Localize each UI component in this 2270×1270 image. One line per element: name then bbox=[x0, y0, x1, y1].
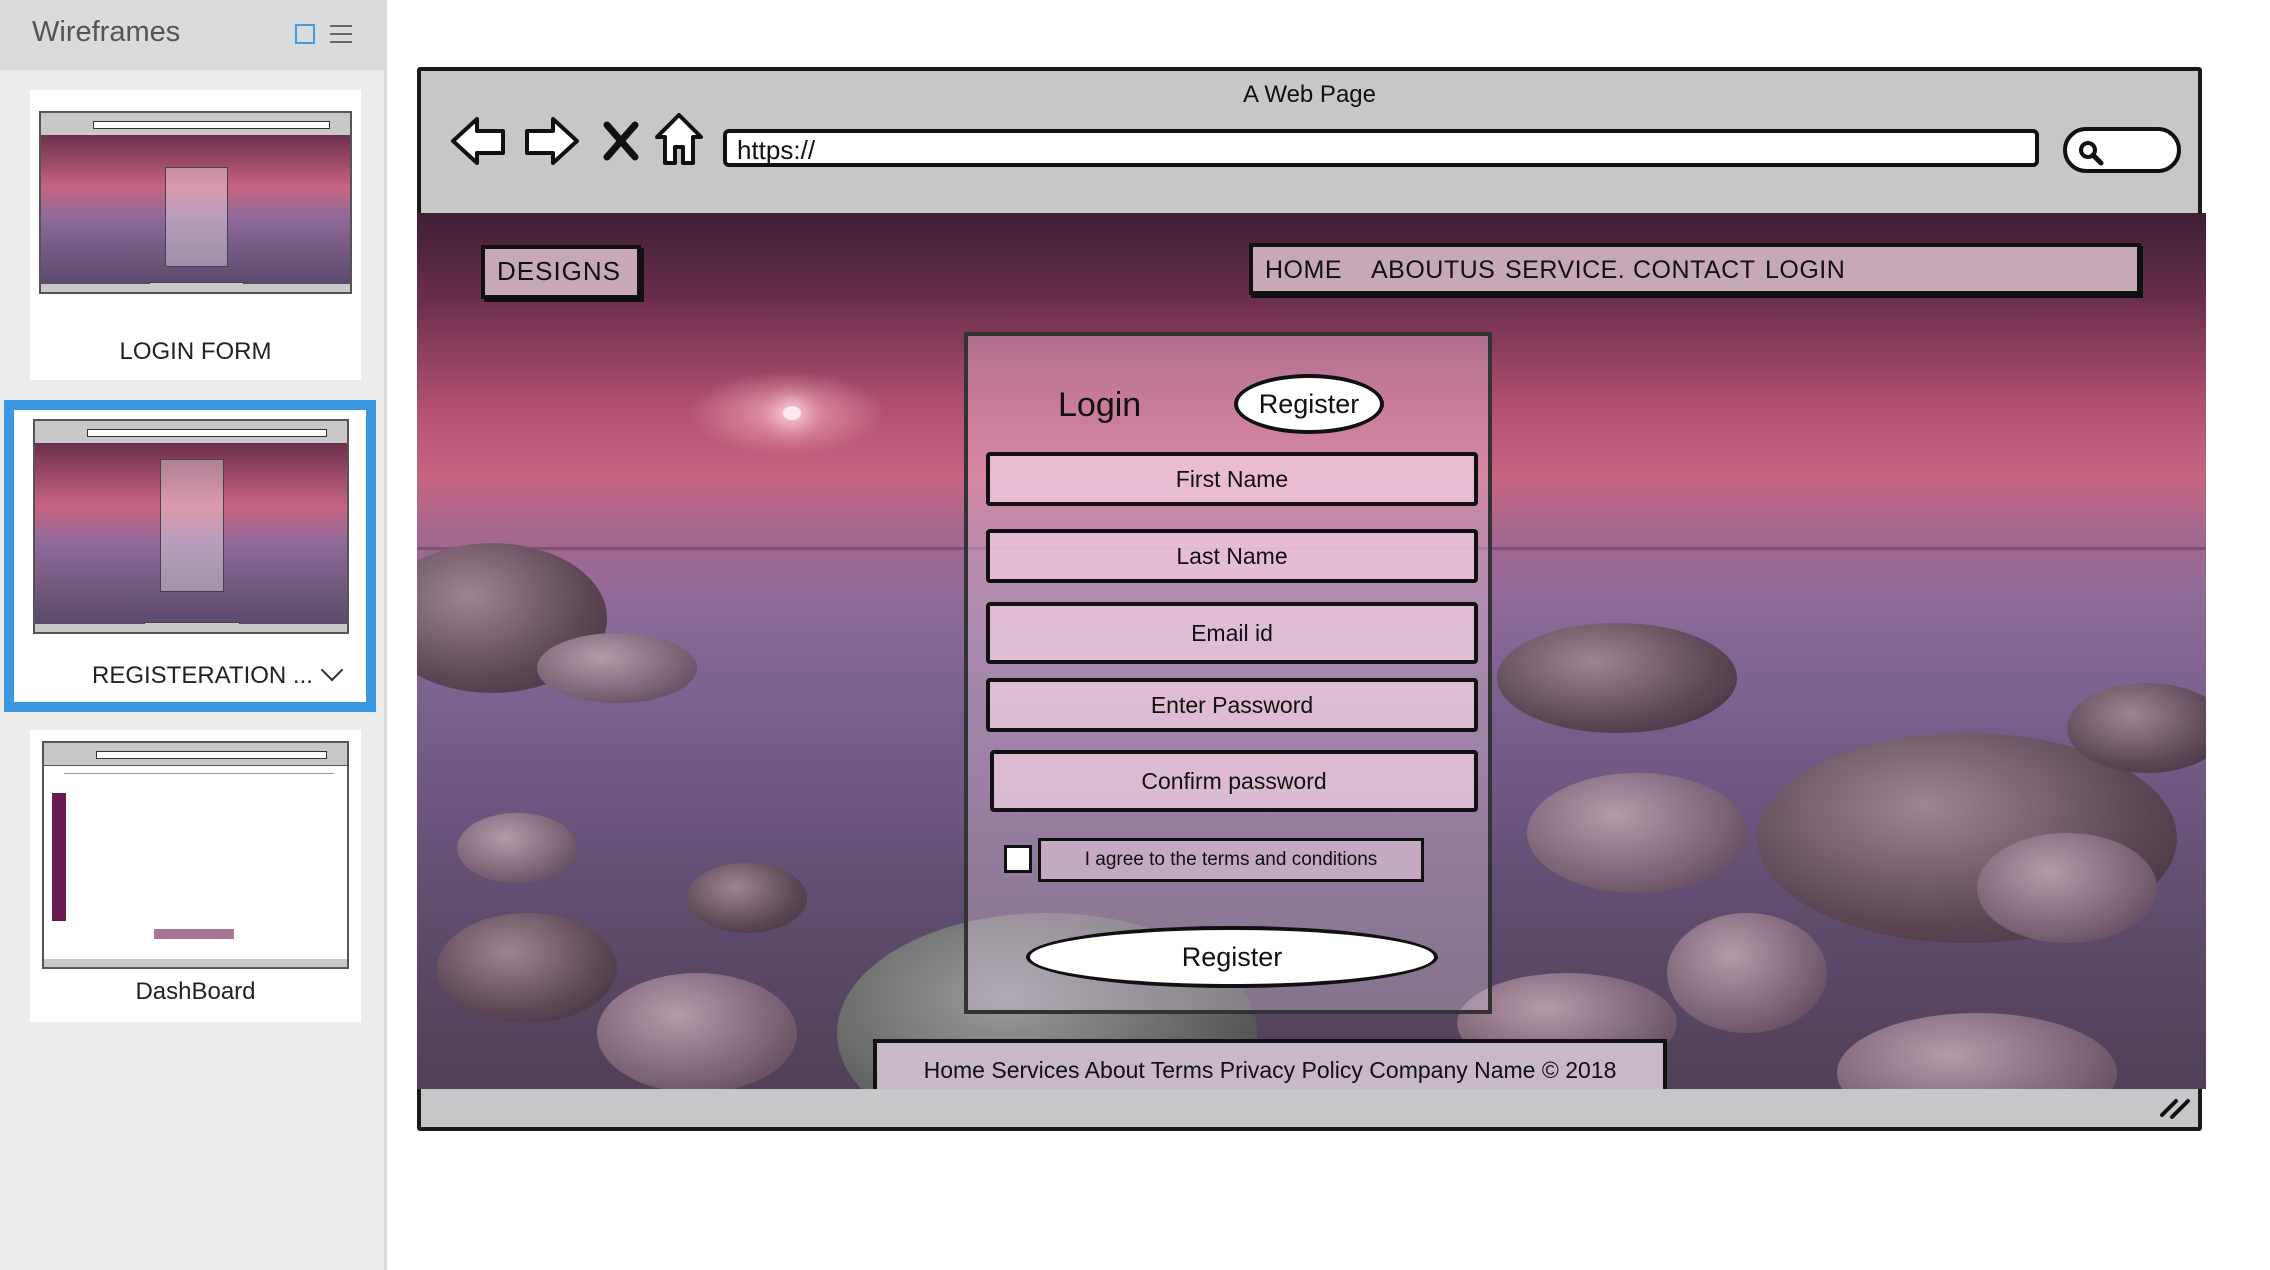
confirm-password-field[interactable]: Confirm password bbox=[990, 750, 1478, 812]
url-text: https:// bbox=[737, 135, 816, 165]
background-rock bbox=[1667, 913, 1827, 1033]
page-thumbnail bbox=[42, 741, 349, 969]
background-rock bbox=[1497, 623, 1737, 733]
browser-page-title: A Web Page bbox=[1243, 81, 1376, 108]
page-thumbnail bbox=[39, 111, 352, 294]
first-name-field[interactable]: First Name bbox=[986, 452, 1478, 506]
forward-arrow-icon[interactable] bbox=[521, 113, 581, 169]
tab-login[interactable]: Login bbox=[1058, 386, 1141, 425]
home-icon[interactable] bbox=[653, 111, 705, 167]
nav-home[interactable]: HOME bbox=[1265, 256, 1342, 285]
background-rock bbox=[537, 633, 697, 703]
background-rock bbox=[597, 973, 797, 1089]
sidebar-title: Wireframes bbox=[32, 16, 181, 48]
page-thumbnail bbox=[33, 419, 349, 634]
page-canvas: DESIGNS HOME ABOUTUS SERVICE. CONTACT LO… bbox=[417, 213, 2206, 1089]
search-icon bbox=[2079, 141, 2104, 166]
close-icon[interactable] bbox=[601, 119, 641, 163]
url-input[interactable]: https:// bbox=[723, 129, 2039, 167]
email-field[interactable]: Email id bbox=[986, 602, 1478, 664]
registration-form-panel: Login Register First Name Last Name Emai… bbox=[964, 332, 1492, 1014]
site-nav-bar: HOME ABOUTUS SERVICE. CONTACT LOGIN bbox=[1249, 243, 2141, 295]
nav-aboutus[interactable]: ABOUTUS bbox=[1371, 256, 1495, 285]
page-card-dashboard[interactable]: DashBoard bbox=[30, 730, 361, 1022]
background-rock bbox=[1527, 773, 1747, 893]
tab-register[interactable]: Register bbox=[1234, 374, 1384, 434]
last-name-field[interactable]: Last Name bbox=[986, 529, 1478, 583]
resize-handle-icon[interactable] bbox=[2158, 1095, 2192, 1119]
page-card-label: LOGIN FORM bbox=[119, 338, 272, 365]
terms-checkbox[interactable] bbox=[1004, 845, 1032, 873]
browser-window-wireframe: A Web Page https:// DESIGNS HOME ABOUTUS… bbox=[417, 67, 2206, 1131]
nav-service[interactable]: SERVICE. bbox=[1505, 256, 1625, 285]
grid-view-icon[interactable] bbox=[295, 24, 315, 44]
back-arrow-icon[interactable] bbox=[449, 113, 509, 169]
site-brand: DESIGNS bbox=[497, 256, 622, 286]
background-rock bbox=[437, 913, 617, 1023]
background-rock bbox=[457, 813, 577, 883]
site-logo-box[interactable]: DESIGNS bbox=[481, 245, 641, 299]
register-submit-button[interactable]: Register bbox=[1026, 926, 1438, 988]
search-box[interactable] bbox=[2063, 127, 2181, 173]
nav-login[interactable]: LOGIN bbox=[1765, 256, 1845, 285]
terms-label: I agree to the terms and conditions bbox=[1038, 838, 1424, 882]
background-rock bbox=[1977, 833, 2157, 943]
password-field[interactable]: Enter Password bbox=[986, 678, 1478, 732]
site-footer: Home Services About Terms Privacy Policy… bbox=[873, 1039, 1667, 1089]
nav-contact[interactable]: CONTACT bbox=[1633, 256, 1755, 285]
page-card-label: DashBoard bbox=[135, 978, 256, 1005]
background-rock bbox=[687, 863, 807, 933]
sun-glow bbox=[783, 406, 801, 420]
page-card-login-form[interactable]: LOGIN FORM bbox=[30, 90, 361, 380]
sidebar-header: Wireframes bbox=[0, 0, 384, 70]
list-view-icon[interactable] bbox=[330, 25, 352, 45]
wireframes-sidebar: Wireframes LOGIN FORM REGISTERATION ... bbox=[0, 0, 387, 1270]
page-card-registration[interactable]: REGISTERATION ... bbox=[4, 400, 376, 712]
